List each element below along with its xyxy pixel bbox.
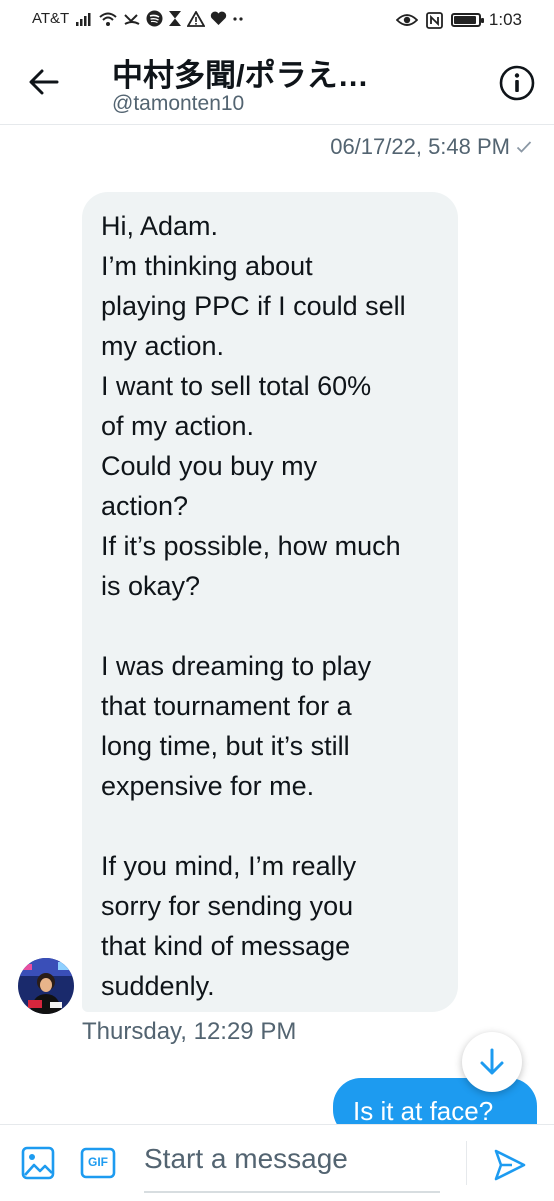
message-line: expensive for me.: [101, 771, 315, 801]
wifi-icon: [99, 12, 117, 26]
conversation-header: 中村多聞/ポラえ… @tamonten10: [0, 40, 554, 125]
battery-level: [453, 16, 476, 24]
message-line: Could you buy my: [101, 451, 318, 481]
message-line: [101, 806, 440, 846]
conversation-title[interactable]: 中村多聞/ポラえ…: [112, 50, 369, 95]
arrow-left-icon: [29, 69, 59, 95]
message-input[interactable]: [132, 1133, 444, 1185]
arrow-down-icon: [480, 1048, 504, 1075]
sent-message-text: Is it at face?: [353, 1096, 494, 1126]
signal-bars-icon: [76, 12, 91, 26]
info-icon: [499, 65, 535, 101]
gif-label: GIF: [88, 1155, 108, 1169]
user-handle[interactable]: @tamonten10: [112, 92, 244, 116]
avatar-image: [18, 958, 74, 1014]
message-line: [101, 606, 440, 646]
status-bar-right: 1:03: [395, 10, 522, 30]
message-line: is okay?: [101, 571, 201, 601]
message-line: long time, but it’s still: [101, 731, 350, 761]
message-line: playing PPC if I could sell: [101, 291, 406, 321]
spotify-icon: [146, 10, 163, 27]
clock: 1:03: [488, 10, 522, 29]
send-icon: [494, 1149, 526, 1181]
message-line: suddenly.: [101, 971, 215, 1001]
carrier-label: AT&T: [32, 10, 70, 27]
gif-button[interactable]: GIF: [80, 1147, 116, 1179]
message-line: Hi, Adam.: [101, 211, 219, 241]
message-composer: GIF: [0, 1124, 554, 1201]
message-timestamp: 06/17/22, 5:48 PM: [330, 134, 532, 160]
message-line: sorry for sending you: [101, 891, 354, 921]
message-line: I was dreaming to play: [101, 651, 372, 681]
timestamp-text: 06/17/22, 5:48 PM: [330, 134, 510, 159]
message-line: that kind of message: [101, 931, 351, 961]
message-line: of my action.: [101, 411, 255, 441]
hourglass-icon: [169, 11, 182, 26]
heart-icon: [211, 11, 227, 25]
received-message-bubble[interactable]: Hi, Adam. I’m thinking about playing PPC i…: [82, 192, 458, 1012]
check-icon: [516, 141, 532, 153]
message-line: I want to sell total 60%: [101, 371, 372, 401]
battery-icon: [450, 13, 484, 27]
status-bar: AT&T 1:03: [0, 0, 554, 40]
scroll-to-bottom-button[interactable]: [462, 1032, 522, 1092]
message-line: If it’s possible, how much: [101, 531, 401, 561]
message-line: action?: [101, 491, 189, 521]
nfc-icon: [426, 11, 443, 29]
sender-avatar[interactable]: [18, 958, 74, 1014]
input-underline: [144, 1191, 440, 1193]
conversation-info-button[interactable]: [498, 64, 536, 102]
more-dots-icon: [233, 16, 243, 21]
back-button[interactable]: [24, 62, 64, 102]
message-line: I’m thinking about: [101, 251, 313, 281]
image-icon: [21, 1146, 55, 1180]
status-bar-left: AT&T: [32, 10, 244, 27]
composer-divider: [466, 1141, 467, 1185]
received-timestamp: Thursday, 12:29 PM: [82, 1018, 297, 1045]
received-message-text: Hi, Adam. I’m thinking about playing PPC i…: [101, 206, 440, 1006]
eye-icon: [395, 14, 418, 26]
missed-call-icon: [124, 13, 140, 25]
message-line: my action.: [101, 331, 225, 361]
add-media-button[interactable]: [20, 1145, 56, 1181]
message-line: If you mind, I’m really: [101, 851, 357, 881]
warning-icon: [187, 10, 206, 27]
send-button[interactable]: [492, 1147, 528, 1183]
message-line: that tournament for a: [101, 691, 352, 721]
